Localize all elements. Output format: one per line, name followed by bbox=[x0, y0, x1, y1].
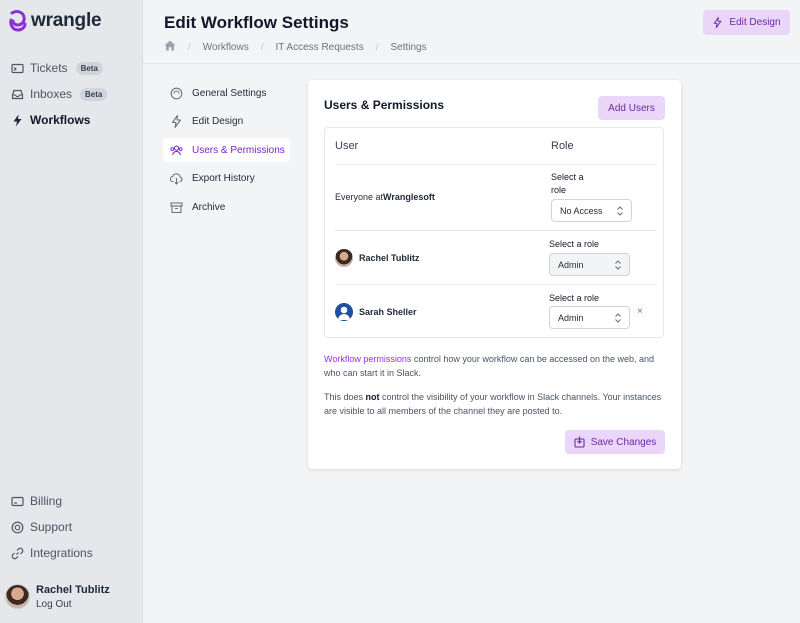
logout-link[interactable]: Log Out bbox=[36, 599, 110, 610]
users-icon bbox=[170, 144, 183, 157]
settings-nav-label: Archive bbox=[192, 201, 226, 213]
sidebar-item-integrations[interactable]: Integrations bbox=[11, 546, 93, 560]
download-icon bbox=[170, 172, 183, 185]
sidebar-item-support[interactable]: Support bbox=[11, 520, 72, 534]
permissions-table: User Role Everyone at Wranglesoft Select… bbox=[324, 127, 664, 338]
visibility-note: This does not control the visibility of … bbox=[324, 390, 669, 418]
inbox-icon bbox=[11, 88, 24, 101]
sidebar-item-label: Tickets bbox=[30, 61, 68, 75]
sidebar-item-label: Billing bbox=[30, 494, 63, 508]
wrangle-logo-icon bbox=[9, 10, 27, 32]
avatar bbox=[335, 249, 353, 267]
billing-icon bbox=[11, 495, 24, 508]
settings-nav-label: Edit Design bbox=[192, 115, 244, 127]
page-header: Edit Workflow Settings / Workflows / IT … bbox=[143, 0, 800, 64]
row-user-name: Rachel Tublitz bbox=[359, 253, 420, 263]
table-row-user: Rachel Tublitz bbox=[335, 249, 419, 267]
table-row-user: Sarah Sheller bbox=[335, 303, 417, 321]
role-select[interactable]: No Access bbox=[551, 199, 632, 222]
beta-badge: Beta bbox=[75, 61, 103, 75]
bolt-icon bbox=[170, 114, 183, 128]
chevron-updown-icon bbox=[615, 259, 621, 270]
chevron-updown-icon bbox=[617, 205, 623, 216]
sidebar-item-label: Integrations bbox=[30, 546, 93, 560]
row-user-name: Sarah Sheller bbox=[359, 307, 417, 317]
ticket-icon bbox=[11, 62, 24, 75]
row-user-org: Wranglesoft bbox=[383, 192, 435, 202]
gear-icon bbox=[170, 87, 183, 100]
sidebar-item-billing[interactable]: Billing bbox=[11, 494, 62, 508]
sidebar-item-label: Support bbox=[30, 520, 73, 534]
edit-design-button[interactable]: Edit Design bbox=[703, 10, 790, 35]
avatar-placeholder-icon bbox=[335, 303, 353, 321]
avatar[interactable] bbox=[5, 584, 30, 609]
role-label: Select a role bbox=[551, 172, 584, 195]
settings-nav-edit-design[interactable]: Edit Design bbox=[163, 109, 290, 133]
bolt-icon bbox=[11, 114, 24, 127]
link-icon bbox=[11, 547, 24, 560]
user-name: Rachel Tublitz bbox=[36, 584, 110, 596]
divider bbox=[335, 230, 657, 231]
save-changes-button[interactable]: Save Changes bbox=[565, 430, 665, 454]
settings-nav-label: General Settings bbox=[192, 87, 267, 99]
remove-user-button[interactable]: × bbox=[637, 306, 643, 317]
breadcrumb: / Workflows / IT Access Requests / Setti… bbox=[164, 40, 427, 54]
role-select-value: Admin bbox=[558, 259, 584, 270]
save-label: Save Changes bbox=[590, 436, 657, 448]
note-text-bold: not bbox=[365, 392, 380, 402]
card-title: Users & Permissions bbox=[324, 98, 445, 112]
sidebar-item-tickets[interactable]: Tickets Beta bbox=[11, 61, 103, 75]
settings-nav-general[interactable]: General Settings bbox=[163, 81, 290, 105]
sidebar: wrangle Tickets Beta Inboxes Beta Workfl… bbox=[0, 0, 143, 623]
workflow-permissions-link[interactable]: Workflow permissions bbox=[324, 354, 411, 364]
role-label: Select a role bbox=[549, 293, 600, 303]
save-icon bbox=[574, 436, 585, 448]
home-icon[interactable] bbox=[164, 40, 176, 54]
role-select[interactable]: Admin bbox=[549, 253, 630, 276]
sidebar-item-inboxes[interactable]: Inboxes Beta bbox=[11, 87, 108, 101]
table-row-user: Everyone at Wranglesoft bbox=[335, 192, 435, 202]
breadcrumb-separator: / bbox=[260, 41, 264, 53]
role-select[interactable]: Admin bbox=[549, 306, 630, 329]
divider bbox=[335, 164, 657, 165]
chevron-updown-icon bbox=[615, 312, 621, 323]
row-user-prefix: Everyone at bbox=[335, 192, 384, 202]
bolt-icon bbox=[714, 17, 722, 28]
breadcrumb-separator: / bbox=[375, 41, 379, 53]
column-header-role: Role bbox=[551, 140, 574, 152]
permissions-description: Workflow permissions control how your wo… bbox=[324, 352, 669, 380]
sidebar-item-label: Workflows bbox=[30, 113, 91, 127]
role-label: Select a role bbox=[549, 239, 600, 249]
support-icon bbox=[11, 521, 24, 534]
settings-nav-users-permissions[interactable]: Users & Permissions bbox=[163, 138, 290, 162]
edit-design-label: Edit Design bbox=[729, 17, 781, 28]
users-permissions-card: Users & Permissions Add Users User Role … bbox=[308, 80, 681, 469]
divider bbox=[335, 284, 657, 285]
beta-badge: Beta bbox=[80, 87, 108, 101]
add-users-button[interactable]: Add Users bbox=[598, 96, 665, 120]
breadcrumb-item[interactable]: IT Access Requests bbox=[276, 42, 364, 53]
breadcrumb-item[interactable]: Workflows bbox=[203, 42, 249, 53]
column-header-user: User bbox=[335, 140, 359, 152]
breadcrumb-item[interactable]: Settings bbox=[390, 42, 426, 53]
settings-nav-export-history[interactable]: Export History bbox=[163, 166, 290, 190]
user-profile: Rachel Tublitz Log Out bbox=[5, 584, 110, 610]
role-select-value: Admin bbox=[558, 312, 584, 323]
wrangle-logo[interactable]: wrangle bbox=[9, 10, 102, 32]
settings-nav-label: Export History bbox=[192, 172, 255, 184]
archive-icon bbox=[170, 201, 183, 214]
role-select-value: No Access bbox=[560, 205, 603, 216]
settings-nav-archive[interactable]: Archive bbox=[163, 195, 290, 219]
note-text-pre: This does bbox=[324, 392, 366, 402]
app-name: wrangle bbox=[31, 10, 102, 31]
settings-nav-label: Users & Permissions bbox=[192, 144, 285, 156]
sidebar-item-label: Inboxes bbox=[30, 87, 73, 101]
breadcrumb-separator: / bbox=[188, 41, 191, 53]
sidebar-item-workflows[interactable]: Workflows bbox=[11, 113, 90, 127]
page-title: Edit Workflow Settings bbox=[164, 13, 349, 32]
